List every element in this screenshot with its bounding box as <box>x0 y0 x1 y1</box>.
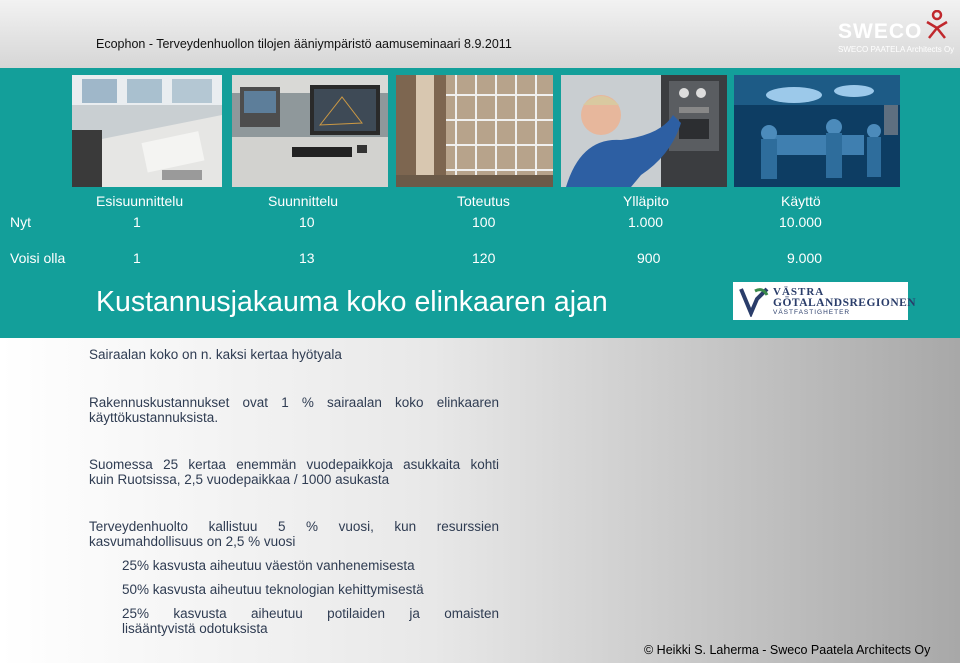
table-cell: 900 <box>637 250 661 266</box>
sub-bullet-3-line-1: 25% kasvusta aiheutuu potilaiden ja omai… <box>122 606 499 621</box>
sub-bullet-3-line-2: lisääntyvistä odotuksista <box>122 621 268 636</box>
body-paragraph-3-line-2: kuin Ruotsissa, 2,5 vuodepaikkaa / 1000 … <box>89 472 390 487</box>
sweco-logo: SWECO SWECO PAATELA Architects Oy <box>836 10 954 58</box>
phase-header-esisuunnittelu: Esisuunnittelu <box>96 193 184 209</box>
phase-header-yllapito: Ylläpito <box>623 193 669 209</box>
operating-room-photo <box>734 75 900 187</box>
cad-workstation-photo <box>232 75 388 187</box>
footer-copyright: © Heikki S. Laherma - Sweco Paatela Arch… <box>644 643 931 657</box>
body-paragraph-4-line-1: Terveydenhuolto kallistuu 5 % vuosi, kun… <box>89 519 499 534</box>
sweco-logo-word: SWECO <box>838 20 923 43</box>
body-paragraph-4: Terveydenhuolto kallistuu 5 % vuosi, kun… <box>89 519 499 549</box>
table-cell: 10 <box>299 214 315 230</box>
sweco-person-icon <box>926 10 948 39</box>
technician-maintenance-photo <box>561 75 727 187</box>
slide-header-bar: Ecophon - Terveydenhuollon tilojen ääniy… <box>0 0 960 68</box>
sub-bullet-2: 50% kasvusta aiheutuu teknologian kehitt… <box>122 582 424 597</box>
phase-header-suunnittelu: Suunnittelu <box>268 193 339 209</box>
vgr-emblem-icon <box>739 287 769 317</box>
construction-scaffold-photo <box>396 75 553 187</box>
vastra-gotalandsregionen-logo: VÄSTRA GÖTALANDSREGIONEN VÄSTFASTIGHETER <box>733 282 916 320</box>
table-cell: 100 <box>472 214 496 230</box>
sweco-logo-subtitle: SWECO PAATELA Architects Oy <box>838 45 955 54</box>
slide: Ecophon - Terveydenhuollon tilojen ääniy… <box>0 0 960 663</box>
body-paragraph-4-line-2: kasvumahdollisuus on 2,5 % vuosi <box>89 534 296 549</box>
table-cell: 1.000 <box>628 214 664 230</box>
table-cell: 120 <box>472 250 496 266</box>
slide-header-title: Ecophon - Terveydenhuollon tilojen ääniy… <box>96 37 512 51</box>
table-cell: 9.000 <box>787 250 823 266</box>
table-cell: 10.000 <box>779 214 822 230</box>
main-title: Kustannusjakauma koko elinkaaren ajan <box>96 286 608 318</box>
vgr-line-2: GÖTALANDSREGIONEN <box>773 297 917 309</box>
sub-bullet-3: 25% kasvusta aiheutuu potilaiden ja omai… <box>122 606 499 636</box>
body-paragraph-2: Rakennuskustannukset ovat 1 % sairaalan … <box>89 395 499 425</box>
row-label-nyt: Nyt <box>10 214 31 230</box>
phase-header-kaytto: Käyttö <box>781 193 821 209</box>
table-cell: 1 <box>133 214 141 230</box>
body-paragraph-2-line-2: käyttökustannuksista. <box>89 410 219 425</box>
office-desk-photo <box>72 75 222 187</box>
body-paragraph-3: Suomessa 25 kertaa enemmän vuodepaikkoja… <box>89 457 499 487</box>
table-cell: 1 <box>133 250 141 266</box>
body-paragraph-2-line-1: Rakennuskustannukset ovat 1 % sairaalan … <box>89 395 499 410</box>
vgr-line-3: VÄSTFASTIGHETER <box>773 309 851 316</box>
body-paragraph-3-line-1: Suomessa 25 kertaa enemmän vuodepaikkoja… <box>89 457 499 472</box>
body-paragraph-1: Sairaalan koko on n. kaksi kertaa hyötya… <box>89 347 342 362</box>
table-cell: 13 <box>299 250 315 266</box>
sub-bullet-1: 25% kasvusta aiheutuu väestön vanhenemis… <box>122 558 415 573</box>
phase-header-toteutus: Toteutus <box>457 193 510 209</box>
row-label-voisi-olla: Voisi olla <box>10 250 66 266</box>
